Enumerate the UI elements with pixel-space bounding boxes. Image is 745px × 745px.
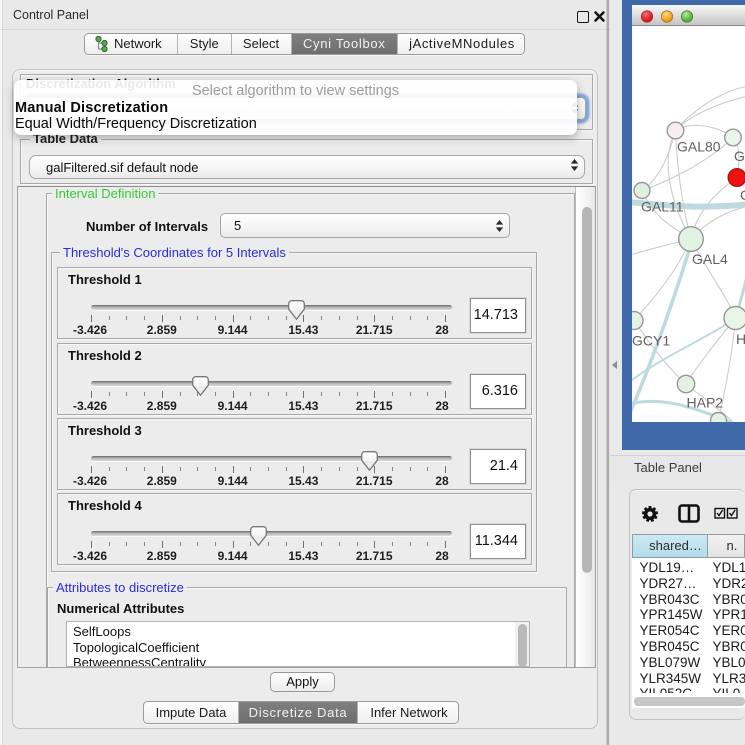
svg-text:GAL80: GAL80	[677, 138, 721, 154]
svg-text:GAL4: GAL4	[692, 251, 728, 267]
svg-text:GA: GA	[734, 148, 745, 164]
svg-text:C: C	[740, 187, 745, 203]
svg-text:GCY1: GCY1	[632, 332, 670, 348]
svg-text:HAP2: HAP2	[686, 394, 723, 410]
svg-text:H: H	[736, 331, 745, 347]
svg-text:GAL11: GAL11	[641, 198, 684, 214]
